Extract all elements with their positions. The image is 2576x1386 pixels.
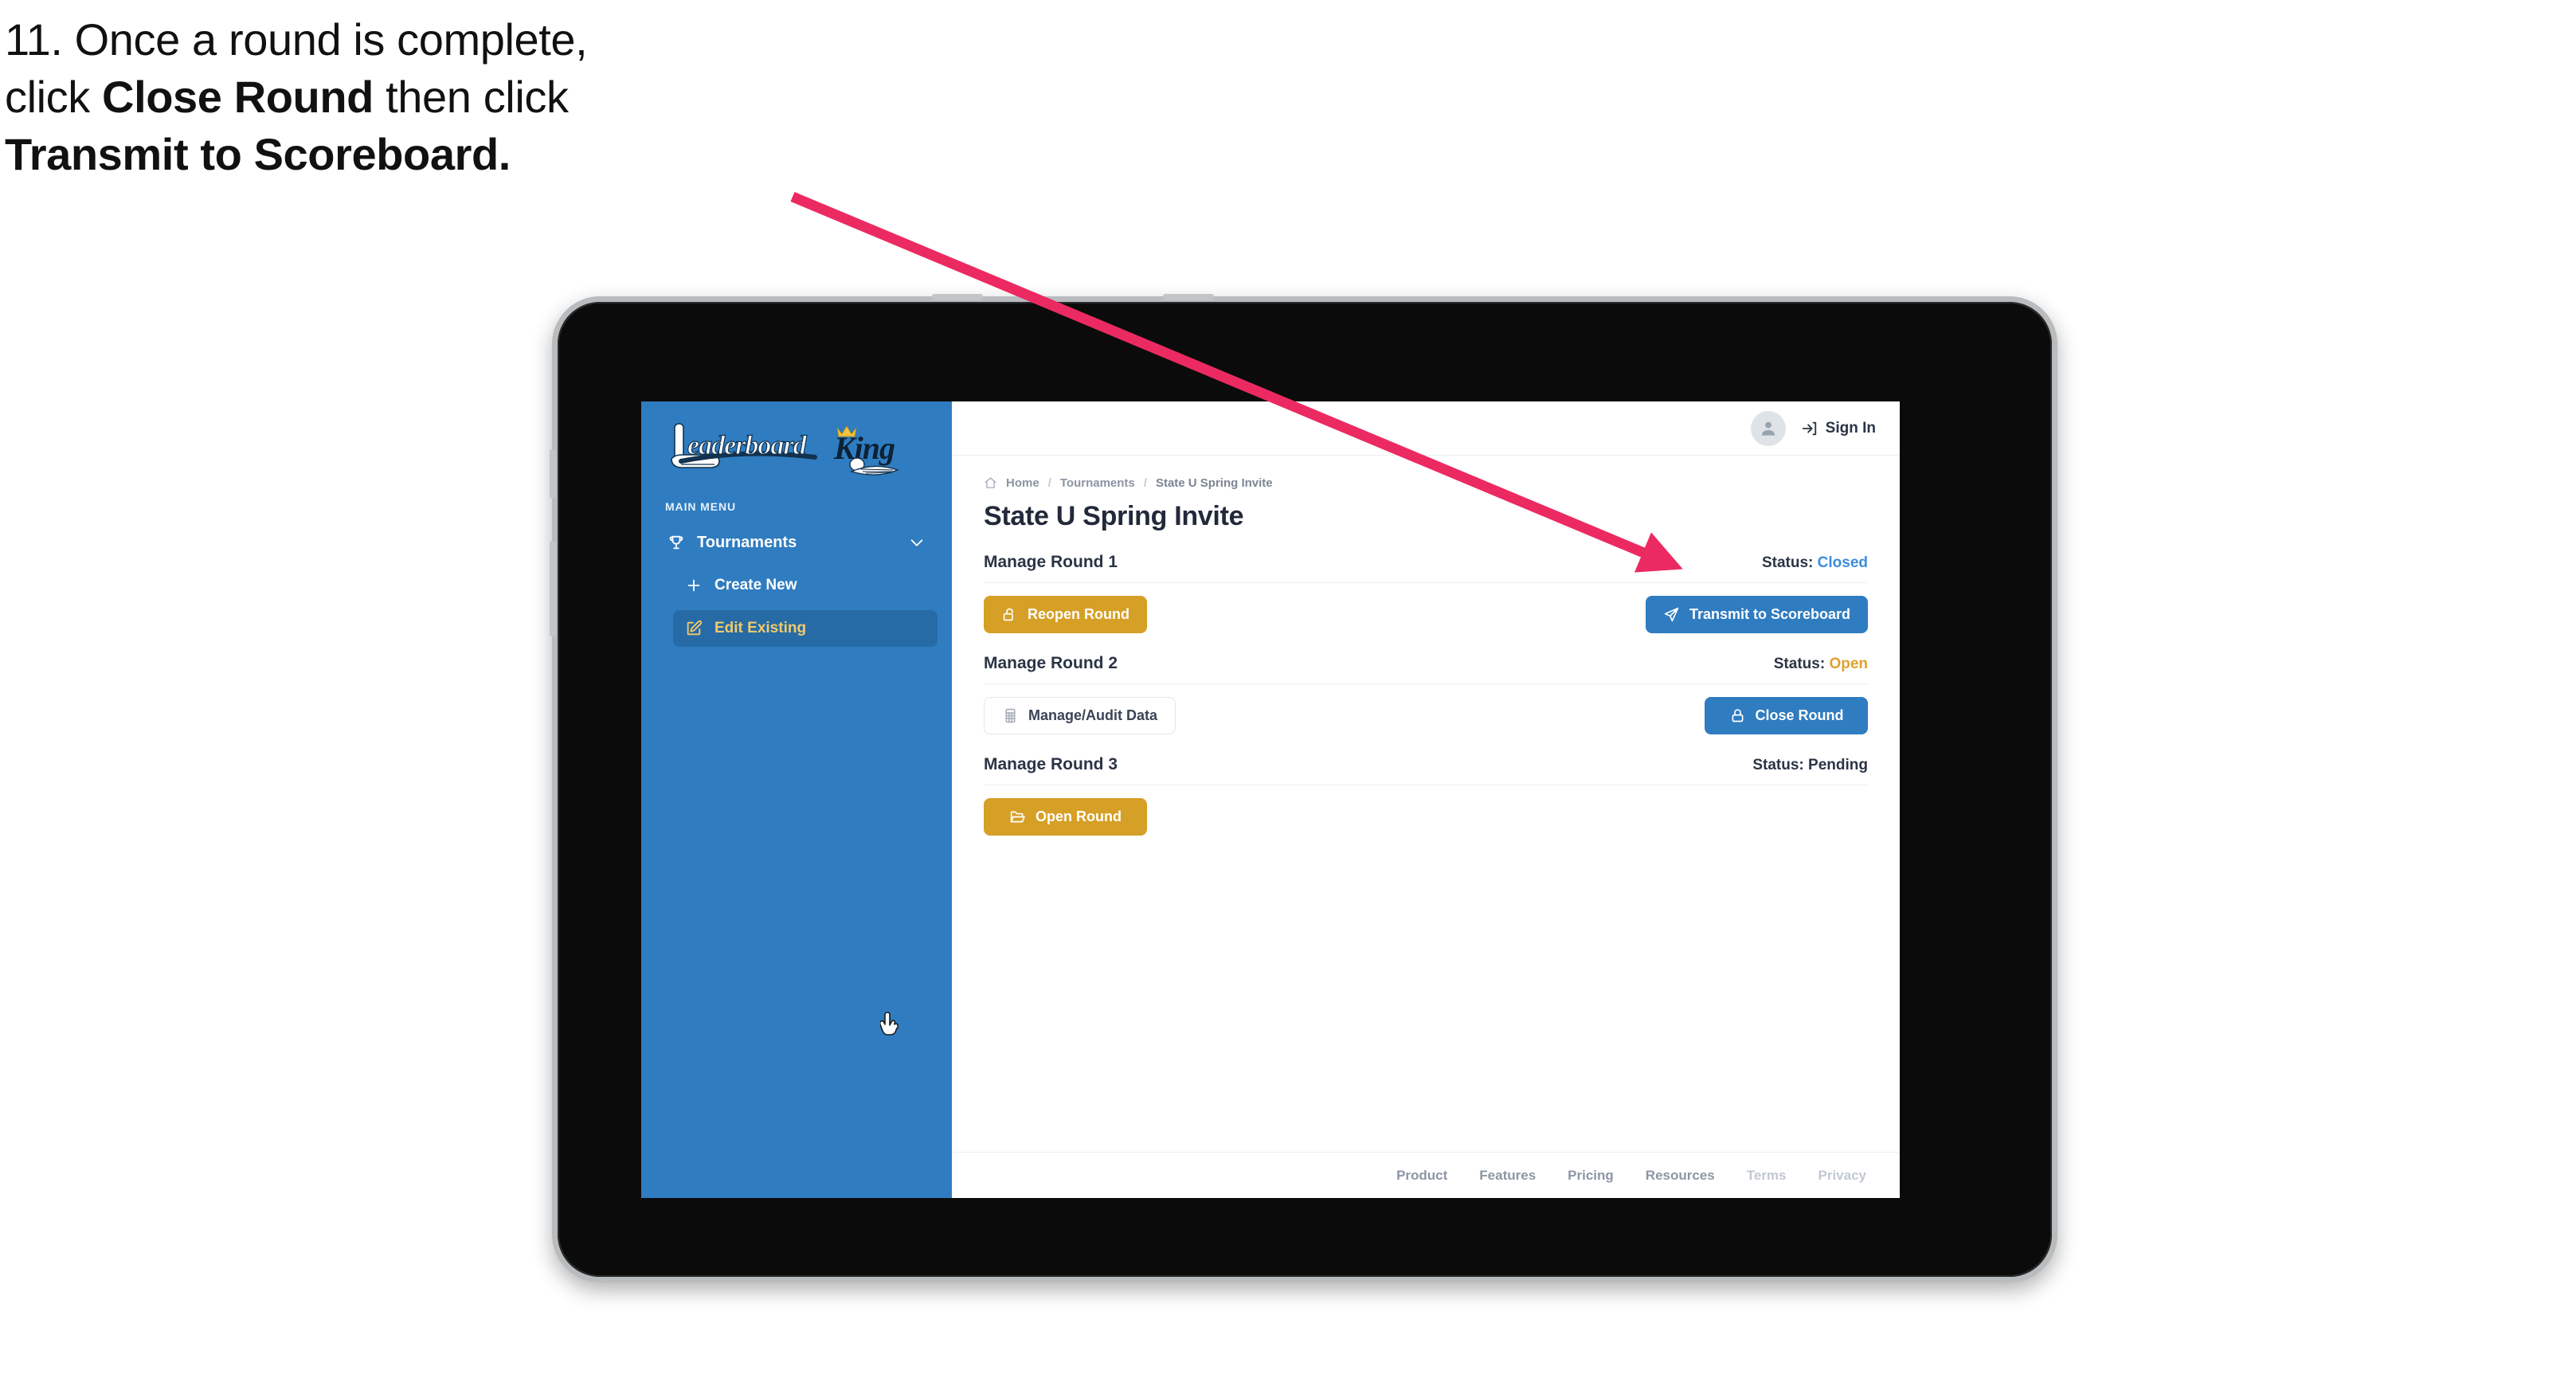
round-3-actions: Open Round [984, 798, 1868, 836]
round-3-status-value: Pending [1808, 757, 1868, 773]
table-grid-icon [1005, 708, 1016, 723]
sidebar-section-label: MAIN MENU [665, 500, 736, 513]
round-2-header: Manage Round 2 Status: Open [984, 654, 1868, 684]
breadcrumb-separator-2: / [1143, 476, 1147, 490]
page-body: Home / Tournaments / State U Spring Invi… [952, 456, 1900, 1152]
round-1-status: Status: Closed [1762, 554, 1868, 572]
sidebar-item-tournaments[interactable]: Tournaments [656, 524, 938, 561]
footer-link-features[interactable]: Features [1479, 1168, 1536, 1184]
manage-audit-data-label: Manage/Audit Data [1028, 707, 1158, 723]
leaderboard-king-logo-icon: eaderboard King [671, 423, 899, 476]
round-1-status-label: Status: [1761, 554, 1814, 571]
footer-link-pricing[interactable]: Pricing [1568, 1168, 1614, 1184]
breadcrumb-item-tournaments[interactable]: Tournaments [1060, 476, 1135, 490]
edit-square-icon [684, 619, 703, 638]
sign-in-button[interactable]: Sign In [1800, 420, 1876, 437]
trophy-icon [667, 533, 686, 552]
caption-line-2-post: then click [373, 72, 569, 122]
round-2-name: Manage Round 2 [984, 654, 1118, 672]
round-block-1: Manage Round 1 Status: Closed Reopen Rou… [984, 553, 1868, 633]
close-round-label: Close Round [1755, 707, 1844, 723]
main-content: Sign In Home / Tournaments / State U Spr… [952, 401, 1900, 1198]
round-3-status-label: Status: [1752, 757, 1804, 773]
tablet-side-button-1 [550, 449, 556, 499]
transmit-to-scoreboard-label: Transmit to Scoreboard [1689, 606, 1850, 622]
unlock-icon [1003, 608, 1013, 621]
round-3-header: Manage Round 3 Status: Pending [984, 755, 1868, 785]
caption-line-2-pre: click [5, 72, 103, 122]
tablet-top-button-2 [1163, 294, 1214, 300]
avatar[interactable] [1750, 410, 1786, 446]
round-2-status-label: Status: [1773, 656, 1826, 672]
sign-in-label: Sign In [1825, 419, 1876, 437]
footer-link-terms[interactable]: Terms [1747, 1168, 1787, 1184]
breadcrumb-item-home[interactable]: Home [1006, 476, 1039, 490]
round-2-actions: Manage/Audit Data Close Round [984, 697, 1868, 734]
footer-link-resources[interactable]: Resources [1646, 1168, 1715, 1184]
reopen-round-button[interactable]: Reopen Round [984, 596, 1147, 633]
folder-open-icon [1010, 811, 1025, 823]
home-icon[interactable] [984, 476, 997, 490]
sidebar-item-create-new-label: Create New [714, 577, 797, 593]
transmit-to-scoreboard-button[interactable]: Transmit to Scoreboard [1645, 596, 1868, 633]
caption-line-3: Transmit to Scoreboard. [5, 132, 897, 177]
breadcrumb-item-current: State U Spring Invite [1155, 476, 1273, 490]
caption-line-1: 11. Once a round is complete, [5, 14, 588, 65]
top-bar: Sign In [952, 401, 1900, 456]
tablet-screen: eaderboard King MAIN MENU Tournaments Cr… [641, 401, 1900, 1198]
round-1-name: Manage Round 1 [984, 553, 1118, 571]
hand-pointer-cursor [880, 1012, 899, 1036]
svg-text:King: King [833, 430, 895, 466]
paper-plane-icon [1664, 607, 1679, 622]
svg-text:eaderboard: eaderboard [687, 431, 808, 460]
footer: Product Features Pricing Resources Terms… [952, 1152, 1900, 1198]
caption-line-2: click Close Round then click [5, 75, 897, 119]
round-block-2: Manage Round 2 Status: Open Manage/Audit… [984, 654, 1868, 734]
round-2-status-value: Open [1829, 656, 1868, 672]
caption-close-round-emphasis: Close Round [102, 72, 374, 122]
tablet-device-frame: eaderboard King MAIN MENU Tournaments Cr… [550, 294, 2057, 1282]
breadcrumb-separator-1: / [1047, 476, 1051, 490]
round-3-name: Manage Round 3 [984, 755, 1118, 773]
round-1-status-value: Closed [1817, 554, 1868, 571]
page-title: State U Spring Invite [984, 501, 1244, 531]
round-1-header: Manage Round 1 Status: Closed [984, 553, 1868, 583]
user-avatar-icon [1761, 421, 1775, 436]
round-2-status: Status: Open [1774, 656, 1868, 673]
tablet-side-button-2 [550, 541, 556, 636]
sidebar-item-create-new[interactable]: Create New [673, 567, 938, 604]
manage-audit-data-button[interactable]: Manage/Audit Data [984, 697, 1176, 734]
sidebar-item-edit-existing-label: Edit Existing [714, 620, 807, 636]
sidebar-item-tournaments-label: Tournaments [697, 533, 797, 551]
footer-link-privacy[interactable]: Privacy [1818, 1168, 1867, 1184]
caption-transmit-emphasis: Transmit to Scoreboard. [5, 129, 511, 179]
screenshot-root: 11. Once a round is complete, click Clos… [0, 0, 2576, 1386]
footer-link-product[interactable]: Product [1396, 1168, 1447, 1184]
chevron-down-icon[interactable] [907, 533, 926, 552]
round-3-status: Status: Pending [1752, 757, 1868, 774]
sign-in-arrow-icon [1802, 421, 1816, 435]
open-round-button[interactable]: Open Round [984, 798, 1147, 836]
close-round-button[interactable]: Close Round [1705, 697, 1868, 734]
sidebar: eaderboard King MAIN MENU Tournaments Cr… [641, 401, 952, 1198]
sidebar-item-edit-existing[interactable]: Edit Existing [673, 610, 938, 647]
plus-icon [684, 576, 703, 595]
reopen-round-label: Reopen Round [1028, 606, 1129, 622]
round-1-actions: Reopen Round Transmit to Scoreboard [984, 596, 1868, 633]
app-logo[interactable]: eaderboard King [641, 401, 952, 483]
round-block-3: Manage Round 3 Status: Pending Open Roun… [984, 755, 1868, 836]
instruction-caption: 11. Once a round is complete, click Clos… [5, 18, 897, 190]
tablet-top-button-1 [932, 294, 983, 300]
lock-icon [1732, 709, 1743, 722]
open-round-label: Open Round [1035, 808, 1122, 824]
breadcrumb: Home / Tournaments / State U Spring Invi… [984, 476, 1868, 490]
